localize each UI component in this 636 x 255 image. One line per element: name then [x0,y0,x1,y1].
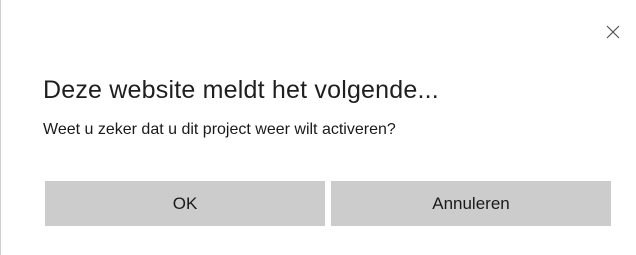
dialog-message: Weet u zeker dat u dit project weer wilt… [43,121,396,138]
close-icon [606,25,620,39]
close-button[interactable] [601,20,625,44]
ok-button[interactable]: OK [45,181,325,226]
cancel-button[interactable]: Annuleren [331,181,611,226]
confirm-dialog: Deze website meldt het volgende... Weet … [0,0,636,255]
dialog-title: Deze website meldt het volgende... [43,76,439,104]
